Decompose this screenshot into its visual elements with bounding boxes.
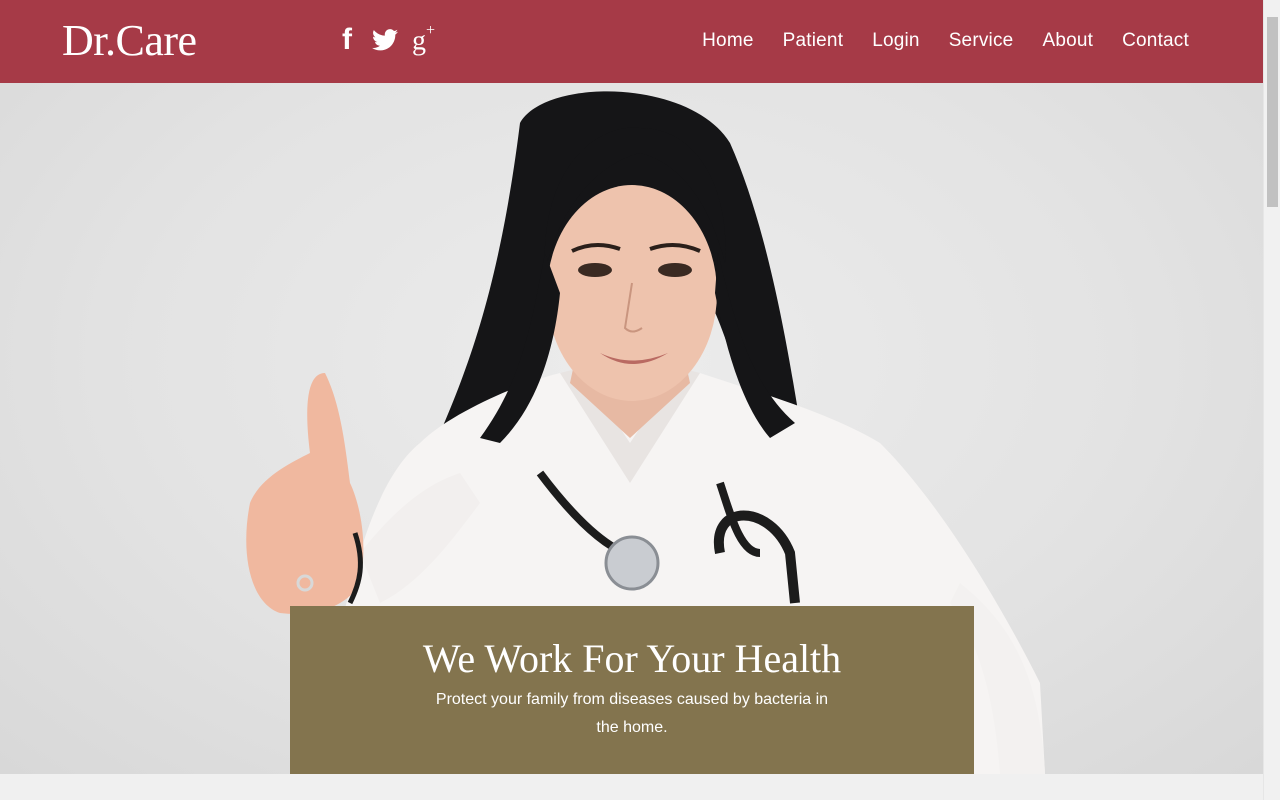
hero-caption: We Work For Your Health Protect your fam… (290, 606, 974, 774)
social-links: f g+ (336, 21, 449, 56)
google-plus-glyph: g (412, 25, 426, 57)
site-header: Dr.Care f g+ Home Patient Login Service … (0, 0, 1263, 83)
nav-home[interactable]: Home (702, 30, 753, 52)
site-logo[interactable]: Dr.Care (62, 14, 197, 68)
nav-service[interactable]: Service (949, 30, 1014, 52)
scrollbar-thumb[interactable] (1267, 17, 1278, 207)
hero-title: We Work For Your Health (422, 636, 842, 681)
main-nav: Home Patient Login Service About Contact (673, 30, 1189, 52)
facebook-icon[interactable]: f (336, 25, 358, 55)
nav-about[interactable]: About (1042, 30, 1093, 52)
google-plus-sup: + (426, 21, 436, 39)
hero-banner: We Work For Your Health Protect your fam… (0, 83, 1263, 774)
scrollbar[interactable] (1263, 0, 1280, 800)
nav-contact[interactable]: Contact (1122, 30, 1189, 52)
nav-login[interactable]: Login (872, 30, 920, 52)
twitter-icon[interactable] (372, 29, 398, 51)
page: Dr.Care f g+ Home Patient Login Service … (0, 0, 1263, 800)
hero-subtitle: Protect your family from diseases caused… (435, 691, 829, 736)
nav-patient[interactable]: Patient (783, 30, 844, 52)
google-plus-icon[interactable]: g+ (412, 21, 435, 55)
